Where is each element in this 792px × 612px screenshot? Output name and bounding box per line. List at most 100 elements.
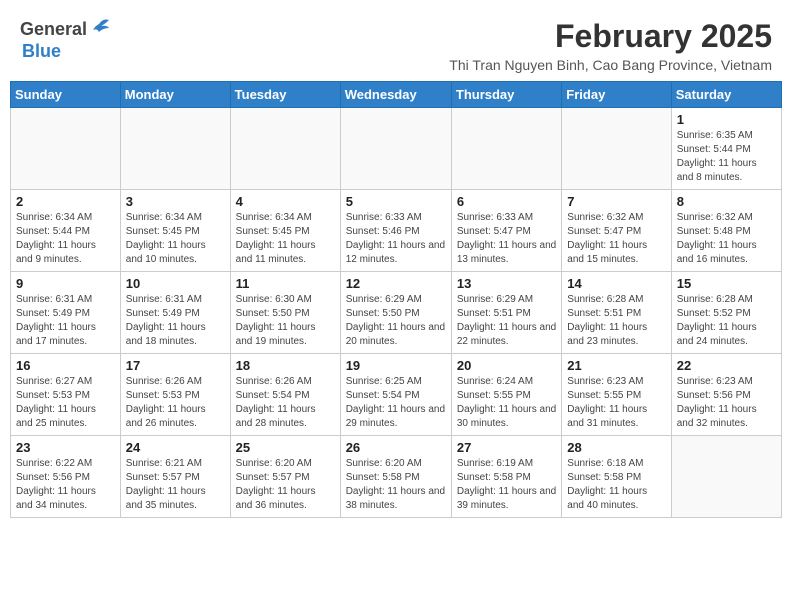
day-info: Sunrise: 6:29 AMSunset: 5:51 PMDaylight:… (457, 293, 556, 349)
day-info: Sunrise: 6:21 AMSunset: 5:57 PMDaylight:… (126, 457, 225, 513)
day-info: Sunrise: 6:25 AMSunset: 5:54 PMDaylight:… (346, 375, 446, 431)
calendar-day-cell: 14 Sunrise: 6:28 AMSunset: 5:51 PMDayligh… (562, 272, 671, 354)
day-info: Sunrise: 6:32 AMSunset: 5:47 PMDaylight:… (567, 211, 665, 267)
calendar-day-cell: 5 Sunrise: 6:33 AMSunset: 5:46 PMDaylight… (340, 190, 451, 272)
calendar-header: General Blue February 2025 Thi Tran Nguy… (10, 10, 782, 77)
day-number: 16 (16, 358, 115, 373)
day-info: Sunrise: 6:30 AMSunset: 5:50 PMDaylight:… (236, 293, 335, 349)
day-number: 19 (346, 358, 446, 373)
day-info: Sunrise: 6:28 AMSunset: 5:52 PMDaylight:… (677, 293, 776, 349)
day-number: 4 (236, 194, 335, 209)
day-info: Sunrise: 6:18 AMSunset: 5:58 PMDaylight:… (567, 457, 665, 513)
day-info: Sunrise: 6:20 AMSunset: 5:58 PMDaylight:… (346, 457, 446, 513)
day-number: 9 (16, 276, 115, 291)
calendar-header-row: SundayMondayTuesdayWednesdayThursdayFrid… (11, 82, 782, 108)
calendar-week-row: 9 Sunrise: 6:31 AMSunset: 5:49 PMDaylight… (11, 272, 782, 354)
day-info: Sunrise: 6:34 AMSunset: 5:44 PMDaylight:… (16, 211, 115, 267)
calendar-day-cell: 26Sunrise: 6:20 AMSunset: 5:58 PMDayligh… (340, 436, 451, 518)
day-info: Sunrise: 6:20 AMSunset: 5:57 PMDaylight:… (236, 457, 335, 513)
calendar-day-cell: 8 Sunrise: 6:32 AMSunset: 5:48 PMDaylight… (671, 190, 781, 272)
logo-blue-text: Blue (22, 41, 61, 61)
calendar-week-row: 1 Sunrise: 6:35 AMSunset: 5:44 PMDaylight… (11, 108, 782, 190)
day-number: 21 (567, 358, 665, 373)
day-number: 27 (457, 440, 556, 455)
day-number: 8 (677, 194, 776, 209)
calendar-day-cell: 27 Sunrise: 6:19 AMSunset: 5:58 PMDayligh… (451, 436, 561, 518)
calendar-day-cell: 24 Sunrise: 6:21 AMSunset: 5:57 PMDayligh… (120, 436, 230, 518)
day-number: 20 (457, 358, 556, 373)
title-area: February 2025 Thi Tran Nguyen Binh, Cao … (111, 18, 772, 73)
day-number: 11 (236, 276, 335, 291)
day-number: 17 (126, 358, 225, 373)
calendar-day-cell (340, 108, 451, 190)
weekday-header: Saturday (671, 82, 781, 108)
calendar-day-cell: 15 Sunrise: 6:28 AMSunset: 5:52 PMDayligh… (671, 272, 781, 354)
day-number: 25 (236, 440, 335, 455)
day-info: Sunrise: 6:23 AMSunset: 5:55 PMDaylight:… (567, 375, 665, 431)
calendar-day-cell: 11 Sunrise: 6:30 AMSunset: 5:50 PMDayligh… (230, 272, 340, 354)
day-number: 12 (346, 276, 446, 291)
calendar-day-cell: 25 Sunrise: 6:20 AMSunset: 5:57 PMDayligh… (230, 436, 340, 518)
calendar-day-cell (451, 108, 561, 190)
day-number: 6 (457, 194, 556, 209)
day-number: 1 (677, 112, 776, 127)
day-info: Sunrise: 6:34 AMSunset: 5:45 PMDaylight:… (126, 211, 225, 267)
logo-bird-icon (89, 18, 111, 41)
day-number: 24 (126, 440, 225, 455)
calendar-week-row: 23 Sunrise: 6:22 AMSunset: 5:56 PMDayligh… (11, 436, 782, 518)
day-info: Sunrise: 6:22 AMSunset: 5:56 PMDaylight:… (16, 457, 115, 513)
day-number: 5 (346, 194, 446, 209)
weekday-header: Tuesday (230, 82, 340, 108)
calendar-day-cell (562, 108, 671, 190)
day-number: 10 (126, 276, 225, 291)
day-info: Sunrise: 6:35 AMSunset: 5:44 PMDaylight:… (677, 129, 776, 185)
calendar-subtitle: Thi Tran Nguyen Binh, Cao Bang Province,… (111, 57, 772, 73)
day-number: 23 (16, 440, 115, 455)
day-info: Sunrise: 6:31 AMSunset: 5:49 PMDaylight:… (16, 293, 115, 349)
calendar-day-cell: 2 Sunrise: 6:34 AMSunset: 5:44 PMDaylight… (11, 190, 121, 272)
day-number: 28 (567, 440, 665, 455)
calendar-week-row: 16 Sunrise: 6:27 AMSunset: 5:53 PMDayligh… (11, 354, 782, 436)
calendar-day-cell: 9 Sunrise: 6:31 AMSunset: 5:49 PMDaylight… (11, 272, 121, 354)
logo: General Blue (20, 18, 111, 62)
calendar-day-cell: 28 Sunrise: 6:18 AMSunset: 5:58 PMDayligh… (562, 436, 671, 518)
calendar-day-cell: 22Sunrise: 6:23 AMSunset: 5:56 PMDayligh… (671, 354, 781, 436)
calendar-day-cell (120, 108, 230, 190)
logo-general-text: General (20, 19, 87, 40)
day-info: Sunrise: 6:26 AMSunset: 5:53 PMDaylight:… (126, 375, 225, 431)
calendar-title: February 2025 (111, 18, 772, 55)
day-number: 7 (567, 194, 665, 209)
day-info: Sunrise: 6:19 AMSunset: 5:58 PMDaylight:… (457, 457, 556, 513)
calendar-day-cell: 1 Sunrise: 6:35 AMSunset: 5:44 PMDaylight… (671, 108, 781, 190)
calendar-day-cell: 13 Sunrise: 6:29 AMSunset: 5:51 PMDayligh… (451, 272, 561, 354)
day-info: Sunrise: 6:32 AMSunset: 5:48 PMDaylight:… (677, 211, 776, 267)
day-info: Sunrise: 6:27 AMSunset: 5:53 PMDaylight:… (16, 375, 115, 431)
calendar-day-cell (230, 108, 340, 190)
day-info: Sunrise: 6:28 AMSunset: 5:51 PMDaylight:… (567, 293, 665, 349)
day-info: Sunrise: 6:29 AMSunset: 5:50 PMDaylight:… (346, 293, 446, 349)
calendar-body: 1 Sunrise: 6:35 AMSunset: 5:44 PMDaylight… (11, 108, 782, 518)
day-number: 14 (567, 276, 665, 291)
calendar-table: SundayMondayTuesdayWednesdayThursdayFrid… (10, 81, 782, 518)
calendar-day-cell: 12 Sunrise: 6:29 AMSunset: 5:50 PMDayligh… (340, 272, 451, 354)
calendar-day-cell: 20Sunrise: 6:24 AMSunset: 5:55 PMDayligh… (451, 354, 561, 436)
weekday-header: Monday (120, 82, 230, 108)
calendar-day-cell: 7 Sunrise: 6:32 AMSunset: 5:47 PMDaylight… (562, 190, 671, 272)
weekday-header: Wednesday (340, 82, 451, 108)
calendar-day-cell: 6 Sunrise: 6:33 AMSunset: 5:47 PMDaylight… (451, 190, 561, 272)
day-info: Sunrise: 6:26 AMSunset: 5:54 PMDaylight:… (236, 375, 335, 431)
calendar-day-cell: 4 Sunrise: 6:34 AMSunset: 5:45 PMDaylight… (230, 190, 340, 272)
day-number: 13 (457, 276, 556, 291)
day-number: 2 (16, 194, 115, 209)
calendar-day-cell: 19 Sunrise: 6:25 AMSunset: 5:54 PMDayligh… (340, 354, 451, 436)
day-info: Sunrise: 6:33 AMSunset: 5:47 PMDaylight:… (457, 211, 556, 267)
day-number: 15 (677, 276, 776, 291)
day-number: 3 (126, 194, 225, 209)
calendar-week-row: 2 Sunrise: 6:34 AMSunset: 5:44 PMDaylight… (11, 190, 782, 272)
day-info: Sunrise: 6:31 AMSunset: 5:49 PMDaylight:… (126, 293, 225, 349)
weekday-header: Thursday (451, 82, 561, 108)
day-info: Sunrise: 6:34 AMSunset: 5:45 PMDaylight:… (236, 211, 335, 267)
calendar-day-cell: 23 Sunrise: 6:22 AMSunset: 5:56 PMDayligh… (11, 436, 121, 518)
day-info: Sunrise: 6:33 AMSunset: 5:46 PMDaylight:… (346, 211, 446, 267)
calendar-day-cell: 17 Sunrise: 6:26 AMSunset: 5:53 PMDayligh… (120, 354, 230, 436)
